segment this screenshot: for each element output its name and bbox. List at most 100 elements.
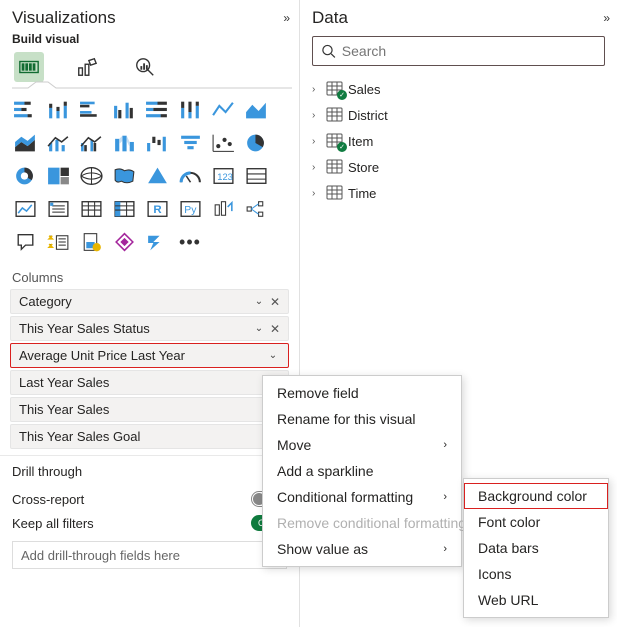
- svg-text:Py: Py: [184, 205, 197, 216]
- field-last-year-sales[interactable]: Last Year Sales⌄: [10, 370, 289, 395]
- search-input[interactable]: [342, 43, 596, 59]
- chevron-right-icon: ›: [312, 136, 322, 147]
- table-item[interactable]: ›Item: [312, 128, 607, 154]
- build-tab[interactable]: [14, 52, 44, 82]
- key-influencers-icon[interactable]: [208, 195, 238, 223]
- scatter-chart-icon[interactable]: [208, 129, 238, 157]
- qa-visual-icon[interactable]: [10, 228, 40, 256]
- tables-tree: ›Sales ›District ›Item ›Store ›Time: [312, 76, 607, 206]
- submenu-data-bars[interactable]: Data bars: [464, 535, 608, 561]
- field-category[interactable]: Category⌄✕: [10, 289, 289, 314]
- stacked-column-chart-icon[interactable]: [43, 96, 73, 124]
- drill-through-dropzone[interactable]: Add drill-through fields here: [12, 541, 287, 569]
- hundred-stacked-column-icon[interactable]: [175, 96, 205, 124]
- filled-map-icon[interactable]: [109, 162, 139, 190]
- menu-rename[interactable]: Rename for this visual: [263, 406, 461, 432]
- menu-move[interactable]: Move›: [263, 432, 461, 458]
- field-average-unit-price[interactable]: Average Unit Price Last Year⌄: [10, 343, 289, 368]
- columns-label: Columns: [0, 266, 299, 289]
- funnel-chart-icon[interactable]: [175, 129, 205, 157]
- multirow-card-icon[interactable]: [241, 162, 271, 190]
- field-context-menu: Remove field Rename for this visual Move…: [262, 375, 462, 567]
- cross-report-label: Cross-report: [12, 492, 84, 507]
- search-box[interactable]: [312, 36, 605, 66]
- chevron-down-icon[interactable]: ⌄: [250, 323, 268, 334]
- table-icon: [326, 133, 344, 149]
- visualizations-title: Visualizations: [12, 8, 116, 28]
- table-icon: [326, 159, 344, 175]
- field-this-year-sales-goal[interactable]: This Year Sales Goal⌄: [10, 424, 289, 449]
- field-this-year-sales-status[interactable]: This Year Sales Status⌄✕: [10, 316, 289, 341]
- chevron-right-icon: ›: [312, 110, 322, 121]
- svg-text:R: R: [153, 204, 162, 216]
- treemap-icon[interactable]: [43, 162, 73, 190]
- close-icon[interactable]: ✕: [268, 322, 282, 336]
- waterfall-chart-icon[interactable]: [142, 129, 172, 157]
- menu-remove-field[interactable]: Remove field: [263, 380, 461, 406]
- table-icon: [326, 185, 344, 201]
- chevron-right-icon: ›: [443, 543, 447, 555]
- slicer-icon[interactable]: [43, 195, 73, 223]
- submenu-icons[interactable]: Icons: [464, 561, 608, 587]
- chevron-right-icon: ›: [312, 162, 322, 173]
- field-this-year-sales[interactable]: This Year Sales⌄: [10, 397, 289, 422]
- power-apps-icon[interactable]: [109, 228, 139, 256]
- chevron-right-icon: ›: [443, 491, 447, 503]
- format-tab[interactable]: [72, 52, 102, 82]
- r-visual-icon[interactable]: R: [142, 195, 172, 223]
- analytics-tab[interactable]: [130, 52, 160, 82]
- menu-show-value-as[interactable]: Show value as›: [263, 536, 461, 562]
- table-time[interactable]: ›Time: [312, 180, 607, 206]
- build-visual-subtitle: Build visual: [0, 30, 299, 52]
- collapse-data-icon[interactable]: »: [603, 11, 607, 25]
- clustered-bar-chart-icon[interactable]: [76, 96, 106, 124]
- ribbon-chart-icon[interactable]: [109, 129, 139, 157]
- smart-narrative-icon[interactable]: [43, 228, 73, 256]
- stacked-bar-chart-icon[interactable]: [10, 96, 40, 124]
- table-district[interactable]: ›District: [312, 102, 607, 128]
- submenu-background-color[interactable]: Background color: [464, 483, 608, 509]
- power-automate-icon[interactable]: [142, 228, 172, 256]
- table-icon: [326, 81, 344, 97]
- submenu-font-color[interactable]: Font color: [464, 509, 608, 535]
- table-store[interactable]: ›Store: [312, 154, 607, 180]
- chevron-right-icon: ›: [312, 84, 322, 95]
- table-icon: [326, 107, 344, 123]
- map-icon[interactable]: [76, 162, 106, 190]
- line-chart-icon[interactable]: [208, 96, 238, 124]
- close-icon[interactable]: ✕: [268, 295, 282, 309]
- columns-field-well: Category⌄✕ This Year Sales Status⌄✕ Aver…: [0, 289, 299, 451]
- clustered-column-chart-icon[interactable]: [109, 96, 139, 124]
- drill-through-title: Drill through: [12, 460, 287, 487]
- menu-remove-conditional-formatting: Remove conditional formatting: [263, 510, 461, 536]
- chevron-down-icon[interactable]: ⌄: [250, 296, 268, 307]
- table-sales[interactable]: ›Sales: [312, 76, 607, 102]
- chevron-down-icon[interactable]: ⌄: [264, 350, 282, 361]
- line-clustered-column-icon[interactable]: [76, 129, 106, 157]
- line-stacked-column-icon[interactable]: [43, 129, 73, 157]
- matrix-icon[interactable]: [109, 195, 139, 223]
- decomposition-tree-icon[interactable]: [241, 195, 271, 223]
- card-icon[interactable]: 123: [208, 162, 238, 190]
- more-visuals-icon[interactable]: •••: [175, 228, 205, 256]
- area-chart-icon[interactable]: [241, 96, 271, 124]
- data-title: Data: [312, 8, 348, 28]
- stacked-area-chart-icon[interactable]: [10, 129, 40, 157]
- pie-chart-icon[interactable]: [241, 129, 271, 157]
- table-icon[interactable]: [76, 195, 106, 223]
- kpi-icon[interactable]: [10, 195, 40, 223]
- paginated-report-icon[interactable]: [76, 228, 106, 256]
- menu-conditional-formatting[interactable]: Conditional formatting›: [263, 484, 461, 510]
- gauge-icon[interactable]: [175, 162, 205, 190]
- keep-filters-label: Keep all filters: [12, 516, 94, 531]
- chevron-right-icon: ›: [312, 188, 322, 199]
- collapse-visualizations-icon[interactable]: »: [283, 11, 287, 25]
- hundred-stacked-bar-icon[interactable]: [142, 96, 172, 124]
- azure-map-icon[interactable]: [142, 162, 172, 190]
- python-visual-icon[interactable]: Py: [175, 195, 205, 223]
- donut-chart-icon[interactable]: [10, 162, 40, 190]
- submenu-web-url[interactable]: Web URL: [464, 587, 608, 613]
- chevron-right-icon: ›: [443, 439, 447, 451]
- menu-add-sparkline[interactable]: Add a sparkline: [263, 458, 461, 484]
- conditional-formatting-submenu: Background color Font color Data bars Ic…: [463, 478, 609, 618]
